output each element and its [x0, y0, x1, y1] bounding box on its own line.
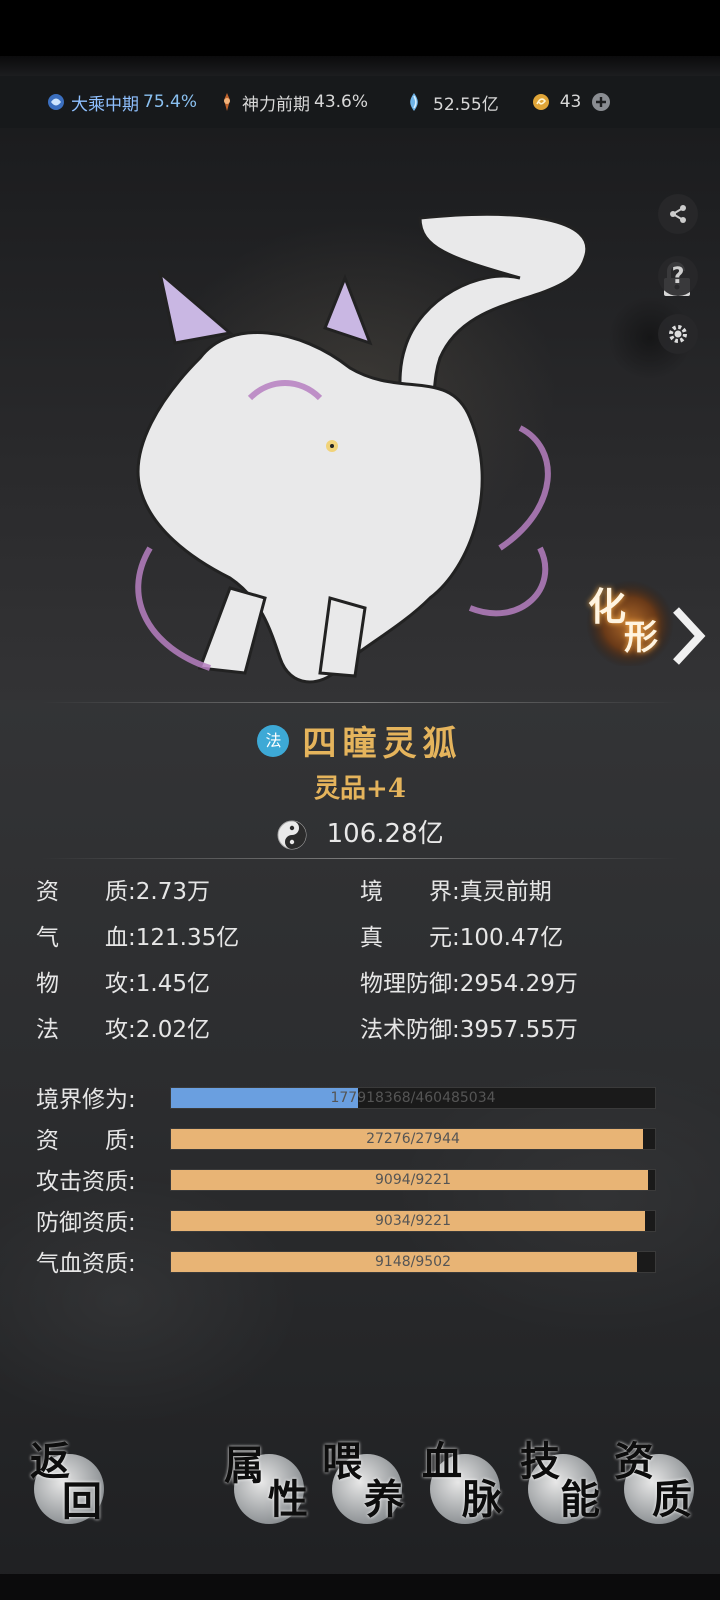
progress-row: 资 质: 27276/27944	[36, 1121, 666, 1155]
transform-button[interactable]: 化 形	[580, 576, 680, 668]
progress-text: 9094/9221	[375, 1172, 451, 1188]
tab-attributes-char-1: 属	[224, 1442, 264, 1489]
tab-bloodline[interactable]: 血 脉	[418, 1436, 508, 1536]
stat-spell-attack-value: 2.02亿	[135, 1017, 210, 1043]
stat-hp-value: 121.35亿	[135, 925, 240, 951]
stat-physical-attack-label: 物 攻:	[36, 971, 136, 997]
stat-aptitude: 资 质:2.73万	[36, 872, 210, 906]
transform-char-2: 形	[624, 618, 658, 658]
stat-realm-label: 境 界:	[360, 879, 460, 905]
yin-yang-icon	[277, 820, 307, 849]
stat-realm: 境 界:真灵前期	[360, 872, 552, 906]
progress-row: 气血资质: 9148/9502	[36, 1244, 666, 1278]
progress-row: 攻击资质: 9094/9221	[36, 1162, 666, 1196]
stat-physical-defense: 物理防御:2954.29万	[360, 964, 578, 998]
spirit-stone-icon	[410, 93, 418, 111]
topbar-shadow	[0, 56, 720, 76]
back-char-2: 回	[62, 1478, 102, 1525]
spirit-stone-resource[interactable]: 52.55亿	[404, 90, 499, 115]
tab-feed-char-2: 养	[364, 1476, 404, 1523]
status-bar	[0, 0, 720, 56]
progress-text: 9148/9502	[375, 1254, 451, 1270]
back-button[interactable]: 返 回	[22, 1436, 112, 1536]
divider-top	[40, 702, 680, 703]
tab-aptitude-char-2: 质	[652, 1476, 692, 1523]
progress-track: 9034/9221	[170, 1210, 656, 1232]
stat-realm-value: 真灵前期	[459, 879, 552, 905]
tab-attributes-char-2: 性	[268, 1476, 308, 1523]
add-currency-icon[interactable]	[591, 92, 611, 112]
pet-name-row: 法 四瞳灵狐	[0, 716, 720, 765]
tab-aptitude[interactable]: 资 质	[612, 1436, 702, 1536]
divine-percent: 43.6%	[314, 92, 369, 112]
progress-label: 防御资质:	[36, 1210, 136, 1236]
progress-track: 177918368/460485034	[170, 1087, 656, 1109]
back-char-1: 返	[30, 1438, 70, 1485]
progress-row: 境界修为: 177918368/460485034	[36, 1080, 666, 1114]
pet-detail-screen: 大乘中期 75.4% 神力前期 43.6% 52.55亿 43 ? 化 形 法 …	[0, 0, 720, 1600]
stat-spell-defense-value: 3957.55万	[459, 1017, 578, 1043]
tab-feed-char-1: 喂	[322, 1438, 362, 1485]
stat-physical-attack-value: 1.45亿	[135, 971, 210, 997]
progress-row: 防御资质: 9034/9221	[36, 1203, 666, 1237]
currency-resource[interactable]: 43	[531, 92, 612, 112]
tab-bloodline-char-2: 脉	[462, 1476, 502, 1523]
stat-aptitude-label: 资 质:	[36, 879, 136, 905]
divine-label: 神力前期	[242, 94, 311, 115]
settings-icon[interactable]	[658, 314, 698, 354]
progress-label: 攻击资质:	[36, 1169, 136, 1195]
divine-power-icon	[224, 93, 231, 111]
realm-label: 大乘中期	[71, 94, 139, 115]
stat-spell-attack-label: 法 攻:	[36, 1017, 136, 1043]
stat-hp: 气 血:121.35亿	[36, 918, 239, 952]
stat-true-essence-label: 真 元:	[360, 925, 460, 951]
combat-power: 106.28亿	[0, 813, 720, 851]
divider-mid	[40, 858, 680, 859]
spell-type-badge: 法	[257, 724, 290, 757]
share-icon[interactable]	[658, 194, 698, 234]
realm-percent: 75.4%	[143, 92, 198, 112]
progress-label: 境界修为:	[36, 1087, 136, 1113]
stat-true-essence: 真 元:100.47亿	[360, 918, 563, 952]
currency-amount: 43	[559, 92, 582, 112]
stat-aptitude-value: 2.73万	[135, 879, 210, 905]
stat-physical-defense-value: 2954.29万	[459, 971, 578, 997]
progress-track: 27276/27944	[170, 1128, 656, 1150]
progress-label: 气血资质:	[36, 1251, 136, 1277]
bottom-nav: 返 回 属 性 喂 养 血 脉 技 能 资 质	[0, 1430, 720, 1570]
realm-resource[interactable]: 大乘中期 75.4%	[46, 90, 197, 115]
stat-physical-attack: 物 攻:1.45亿	[36, 964, 210, 998]
navigation-bar	[0, 1574, 720, 1600]
progress-track: 9094/9221	[170, 1169, 656, 1191]
stat-spell-defense: 法术防御:3957.55万	[360, 1010, 578, 1044]
divine-resource[interactable]: 神力前期 43.6%	[217, 90, 368, 115]
tab-aptitude-char-1: 资	[614, 1438, 654, 1485]
spirit-stone-amount: 52.55亿	[433, 94, 499, 115]
pet-grade: 灵品+4	[314, 774, 406, 804]
help-icon[interactable]: ?	[658, 256, 698, 296]
resource-bar: 大乘中期 75.4% 神力前期 43.6% 52.55亿 43	[0, 76, 720, 128]
tab-bloodline-char-1: 血	[422, 1438, 462, 1485]
combat-power-value: 106.28亿	[326, 819, 444, 849]
progress-text: 27276/27944	[366, 1131, 460, 1147]
stat-spell-attack: 法 攻:2.02亿	[36, 1010, 210, 1044]
progress-text: 9034/9221	[375, 1213, 451, 1229]
tab-skills[interactable]: 技 能	[516, 1436, 606, 1536]
pet-name: 四瞳灵狐	[302, 724, 463, 764]
transform-char-1: 化	[588, 584, 627, 629]
tab-feed[interactable]: 喂 养	[320, 1436, 410, 1536]
tab-skills-char-1: 技	[520, 1438, 560, 1485]
tab-skills-char-2: 能	[560, 1476, 600, 1523]
progress-label: 资 质:	[36, 1128, 136, 1154]
stat-true-essence-value: 100.47亿	[459, 925, 564, 951]
stat-hp-label: 气 血:	[36, 925, 136, 951]
progress-track: 9148/9502	[170, 1251, 656, 1273]
stat-spell-defense-label: 法术防御:	[360, 1017, 460, 1043]
tab-attributes[interactable]: 属 性	[222, 1436, 312, 1536]
gold-coin-icon	[532, 94, 549, 110]
realm-swirl-icon	[48, 94, 64, 110]
progress-text: 177918368/460485034	[330, 1090, 496, 1106]
stat-physical-defense-label: 物理防御:	[360, 971, 460, 997]
